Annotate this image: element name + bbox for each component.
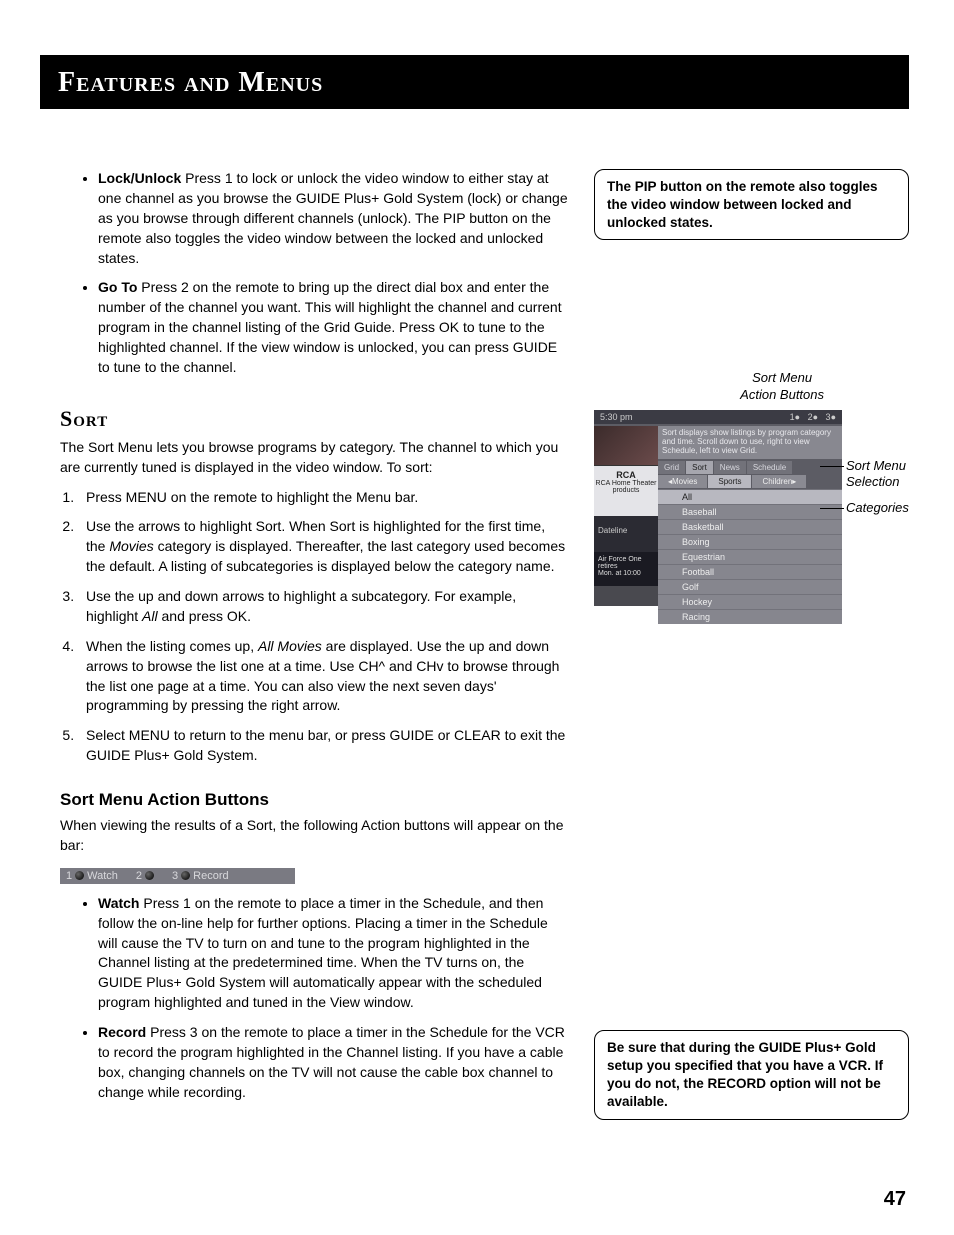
action-buttons-lead: When viewing the results of a Sort, the … [60, 816, 568, 856]
dateline-thumb: Dateline [594, 516, 658, 552]
list-item: Go To Press 2 on the remote to bring up … [98, 278, 568, 377]
step-3: Use the up and down arrows to highlight … [78, 587, 568, 627]
side-column: The PIP button on the remote also toggle… [594, 169, 909, 1144]
step-4: When the listing comes up, All Movies ar… [78, 637, 568, 717]
callout-vcr: Be sure that during the GUIDE Plus+ Gold… [594, 1030, 909, 1119]
video-thumb [594, 426, 658, 466]
label-selection: Sort MenuSelection [846, 458, 906, 489]
action-buttons-heading: Sort Menu Action Buttons [60, 790, 568, 810]
hint-text: Sort displays show listings by program c… [658, 426, 842, 458]
sort-menu-screenshot: 5:30 pm 1● 2● 3● RCA RCA Home Theater pr… [594, 410, 842, 606]
list-item: Lock/Unlock Press 1 to lock or unlock th… [98, 169, 568, 268]
button-dot-icon [145, 871, 154, 880]
label-record: Record [193, 870, 228, 882]
action-strip: 1 Watch 2 3 Record [60, 868, 295, 884]
menu-tabs: Grid Sort News Schedule [658, 461, 842, 474]
sort-lead: The Sort Menu lets you browse programs b… [60, 438, 568, 478]
button-dot-icon [181, 871, 190, 880]
step-1: Press MENU on the remote to highlight th… [78, 488, 568, 508]
header-icons: 1● 2● 3● [790, 412, 836, 422]
top-bullet-list: Lock/Unlock Press 1 to lock or unlock th… [98, 169, 568, 378]
button-dot-icon [75, 871, 84, 880]
airforce-thumb: Air Force One retires Mon. at 10:00 [594, 552, 658, 586]
label-watch: Watch [87, 870, 118, 882]
page-number: 47 [884, 1188, 906, 1211]
term-record: Record [98, 1024, 146, 1040]
num-1: 1 [66, 870, 72, 882]
num-3: 3 [172, 870, 178, 882]
sort-heading: Sort [60, 406, 568, 432]
sub-tabs: ◂Movies Sports Children▸ [658, 475, 842, 488]
sort-steps: Press MENU on the remote to highlight th… [78, 488, 568, 767]
term-watch: Watch [98, 895, 139, 911]
sort-menu-figure: Sort MenuAction Buttons 5:30 pm 1● 2● 3●… [594, 410, 909, 620]
section-title: Features and Menus [58, 67, 891, 99]
term-goto: Go To [98, 279, 137, 295]
label-action-buttons: Sort MenuAction Buttons [740, 370, 824, 403]
term-lock-unlock: Lock/Unlock [98, 170, 181, 186]
action-bullet-list: Watch Press 1 on the remote to place a t… [98, 894, 568, 1103]
num-2: 2 [136, 870, 142, 882]
body-text: Press 3 on the remote to place a timer i… [98, 1024, 565, 1100]
list-item: Record Press 3 on the remote to place a … [98, 1023, 568, 1103]
body-text: Press 1 on the remote to place a timer i… [98, 895, 548, 1010]
main-column: Lock/Unlock Press 1 to lock or unlock th… [60, 169, 568, 1144]
step-5: Select MENU to return to the menu bar, o… [78, 726, 568, 766]
section-title-bar: Features and Menus [40, 55, 909, 109]
body-text: Press 2 on the remote to bring up the di… [98, 279, 562, 375]
rca-ad: RCA RCA Home Theater products [594, 466, 658, 516]
callout-pip: The PIP button on the remote also toggle… [594, 169, 909, 240]
step-2: Use the arrows to highlight Sort. When S… [78, 517, 568, 577]
label-categories: Categories [846, 500, 909, 516]
category-list: All Baseball Basketball Boxing Equestria… [658, 489, 842, 624]
list-item: Watch Press 1 on the remote to place a t… [98, 894, 568, 1013]
time-label: 5:30 pm [600, 412, 633, 422]
